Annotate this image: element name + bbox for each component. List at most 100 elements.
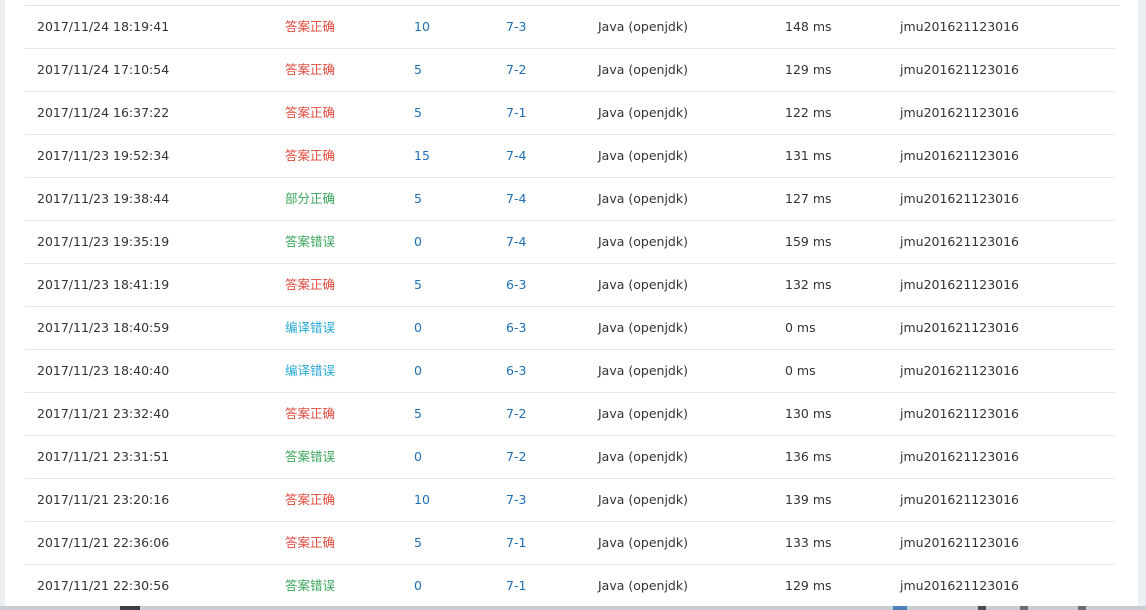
submit-time: 2017/11/24 18:19:41 bbox=[37, 19, 170, 34]
problem-link[interactable]: 6-3 bbox=[506, 350, 526, 392]
user-id: jmu201621123016 bbox=[900, 148, 1020, 163]
table-row: 2017/11/21 22:36:06 答案正确 5 7-1 Java (ope… bbox=[25, 522, 1115, 565]
run-time: 127 ms bbox=[785, 191, 832, 206]
score-link[interactable]: 5 bbox=[414, 522, 422, 564]
submit-time: 2017/11/23 18:40:59 bbox=[37, 320, 170, 335]
problem-link[interactable]: 7-4 bbox=[506, 221, 526, 263]
table-row: 2017/11/21 22:30:56 答案错误 0 7-1 Java (ope… bbox=[25, 565, 1115, 606]
compiler: Java (openjdk) bbox=[598, 578, 688, 593]
score-link[interactable]: 0 bbox=[414, 436, 422, 478]
score-link[interactable]: 5 bbox=[414, 49, 422, 91]
user-id: jmu201621123016 bbox=[900, 535, 1020, 550]
table-row: 2017/11/21 23:31:51 答案错误 0 7-2 Java (ope… bbox=[25, 436, 1115, 479]
tray-volume-icon[interactable] bbox=[978, 606, 986, 610]
compiler: Java (openjdk) bbox=[598, 535, 688, 550]
score-link[interactable]: 10 bbox=[414, 6, 430, 48]
problem-link[interactable]: 7-4 bbox=[506, 135, 526, 177]
submit-time: 2017/11/21 23:20:16 bbox=[37, 492, 170, 507]
score-link[interactable]: 5 bbox=[414, 264, 422, 306]
status-label[interactable]: 编译错误 bbox=[285, 350, 335, 392]
problem-link[interactable]: 7-1 bbox=[506, 522, 526, 564]
problem-link[interactable]: 6-3 bbox=[506, 264, 526, 306]
submit-time: 2017/11/23 18:40:40 bbox=[37, 363, 170, 378]
status-label[interactable]: 答案正确 bbox=[285, 264, 335, 306]
submit-time: 2017/11/24 17:10:54 bbox=[37, 62, 170, 77]
status-label[interactable]: 部分正确 bbox=[285, 178, 335, 220]
user-id: jmu201621123016 bbox=[900, 62, 1020, 77]
tray-status-icon[interactable] bbox=[1020, 606, 1028, 610]
problem-link[interactable]: 7-2 bbox=[506, 49, 526, 91]
table-row: 2017/11/21 23:32:40 答案正确 5 7-2 Java (ope… bbox=[25, 393, 1115, 436]
run-time: 131 ms bbox=[785, 148, 832, 163]
status-label[interactable]: 答案错误 bbox=[285, 436, 335, 478]
compiler: Java (openjdk) bbox=[598, 277, 688, 292]
status-label[interactable]: 答案正确 bbox=[285, 479, 335, 521]
status-label[interactable]: 答案正确 bbox=[285, 92, 335, 134]
taskbar bbox=[0, 606, 1146, 610]
run-time: 0 ms bbox=[785, 320, 816, 335]
table-row: 2017/11/23 18:40:59 编译错误 0 6-3 Java (ope… bbox=[25, 307, 1115, 350]
compiler: Java (openjdk) bbox=[598, 363, 688, 378]
user-id: jmu201621123016 bbox=[900, 277, 1020, 292]
table-row: 2017/11/23 18:40:40 编译错误 0 6-3 Java (ope… bbox=[25, 350, 1115, 393]
status-label[interactable]: 答案正确 bbox=[285, 135, 335, 177]
compiler: Java (openjdk) bbox=[598, 62, 688, 77]
submit-time: 2017/11/21 22:36:06 bbox=[37, 535, 170, 550]
score-link[interactable]: 5 bbox=[414, 393, 422, 435]
user-id: jmu201621123016 bbox=[900, 320, 1020, 335]
user-id: jmu201621123016 bbox=[900, 191, 1020, 206]
user-id: jmu201621123016 bbox=[900, 492, 1020, 507]
run-time: 0 ms bbox=[785, 363, 816, 378]
submit-time: 2017/11/21 23:32:40 bbox=[37, 406, 170, 421]
status-label[interactable]: 编译错误 bbox=[285, 307, 335, 349]
user-id: jmu201621123016 bbox=[900, 406, 1020, 421]
status-label[interactable]: 答案正确 bbox=[285, 6, 335, 48]
score-link[interactable]: 15 bbox=[414, 135, 430, 177]
score-link[interactable]: 10 bbox=[414, 479, 430, 521]
user-id: jmu201621123016 bbox=[900, 449, 1020, 464]
compiler: Java (openjdk) bbox=[598, 148, 688, 163]
table-row: 2017/11/21 23:20:16 答案正确 10 7-3 Java (op… bbox=[25, 479, 1115, 522]
score-link[interactable]: 0 bbox=[414, 350, 422, 392]
problem-link[interactable]: 7-1 bbox=[506, 565, 526, 606]
submit-time: 2017/11/23 19:35:19 bbox=[37, 234, 170, 249]
compiler: Java (openjdk) bbox=[598, 449, 688, 464]
tray-clock-icon[interactable] bbox=[1078, 606, 1086, 610]
submit-time: 2017/11/24 16:37:22 bbox=[37, 105, 170, 120]
score-link[interactable]: 0 bbox=[414, 565, 422, 606]
table-row: 2017/11/24 16:37:22 答案正确 5 7-1 Java (ope… bbox=[25, 92, 1115, 135]
problem-link[interactable]: 7-3 bbox=[506, 6, 526, 48]
status-label[interactable]: 答案错误 bbox=[285, 221, 335, 263]
run-time: 159 ms bbox=[785, 234, 832, 249]
table-row: 2017/11/24 17:10:54 答案正确 5 7-2 Java (ope… bbox=[25, 49, 1115, 92]
problem-link[interactable]: 7-3 bbox=[506, 479, 526, 521]
taskbar-app-icon[interactable] bbox=[120, 606, 140, 610]
run-time: 136 ms bbox=[785, 449, 832, 464]
tray-network-icon[interactable] bbox=[893, 606, 907, 610]
problem-link[interactable]: 7-4 bbox=[506, 178, 526, 220]
score-link[interactable]: 5 bbox=[414, 92, 422, 134]
compiler: Java (openjdk) bbox=[598, 191, 688, 206]
compiler: Java (openjdk) bbox=[598, 234, 688, 249]
run-time: 129 ms bbox=[785, 62, 832, 77]
problem-link[interactable]: 7-2 bbox=[506, 393, 526, 435]
problem-link[interactable]: 7-1 bbox=[506, 92, 526, 134]
status-label[interactable]: 答案正确 bbox=[285, 522, 335, 564]
submit-time: 2017/11/23 19:38:44 bbox=[37, 191, 170, 206]
user-id: jmu201621123016 bbox=[900, 105, 1020, 120]
status-label[interactable]: 答案正确 bbox=[285, 393, 335, 435]
status-label[interactable]: 答案正确 bbox=[285, 49, 335, 91]
score-link[interactable]: 0 bbox=[414, 221, 422, 263]
submit-time: 2017/11/21 23:31:51 bbox=[37, 449, 170, 464]
problem-link[interactable]: 7-2 bbox=[506, 436, 526, 478]
score-link[interactable]: 0 bbox=[414, 307, 422, 349]
compiler: Java (openjdk) bbox=[598, 320, 688, 335]
score-link[interactable]: 5 bbox=[414, 178, 422, 220]
status-label[interactable]: 答案错误 bbox=[285, 565, 335, 606]
problem-link[interactable]: 6-3 bbox=[506, 307, 526, 349]
run-time: 148 ms bbox=[785, 19, 832, 34]
table-row: 2017/11/23 19:38:44 部分正确 5 7-4 Java (ope… bbox=[25, 178, 1115, 221]
table-row: 2017/11/23 18:41:19 答案正确 5 6-3 Java (ope… bbox=[25, 264, 1115, 307]
compiler: Java (openjdk) bbox=[598, 406, 688, 421]
user-id: jmu201621123016 bbox=[900, 363, 1020, 378]
